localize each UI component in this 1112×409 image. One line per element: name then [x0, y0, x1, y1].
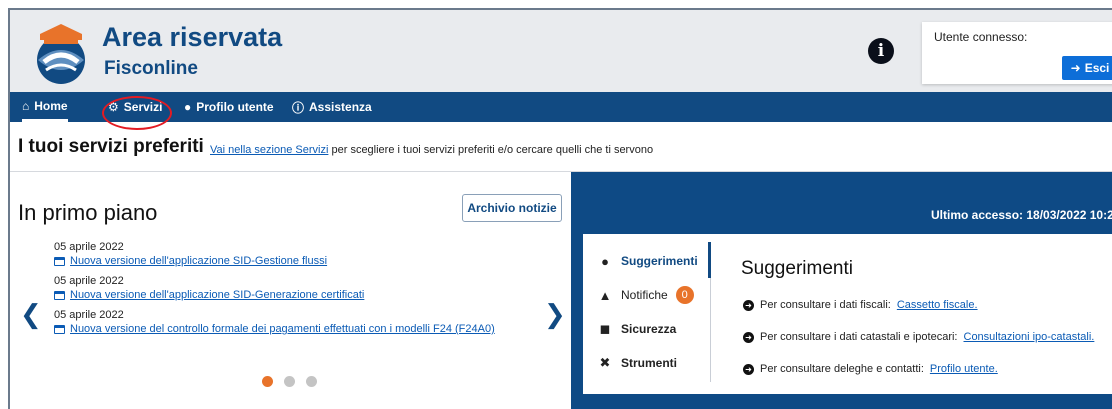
carousel-dot[interactable]	[284, 376, 295, 387]
tools-icon: ✖	[599, 355, 611, 370]
suggestion-link[interactable]: Profilo utente.	[930, 363, 998, 375]
carousel-dot[interactable]	[306, 376, 317, 387]
favorites-description: per scegliere i tuoi servizi preferiti e…	[331, 144, 654, 156]
chevron-left-icon[interactable]: ❮	[20, 299, 42, 330]
suggestions-list: ➜ Per consultare i dati fiscali: Cassett…	[743, 298, 1094, 394]
logout-button[interactable]: ➜ Esci	[1062, 56, 1112, 80]
news-link[interactable]: Nuova versione del controllo formale dei…	[70, 323, 495, 335]
user-label: Utente connesso:	[934, 30, 1028, 44]
tab-suggerimenti[interactable]: ● Suggerimenti	[597, 250, 698, 272]
nav-item-profilo[interactable]: ● Profilo utente	[184, 92, 274, 122]
suggestion-text: Per consultare deleghe e contatti:	[760, 363, 924, 375]
dashboard-panel: Ultimo accesso: 18/03/2022 10:27: ● Sugg…	[571, 172, 1112, 409]
app-subtitle: Fisconline	[104, 58, 198, 79]
agenzia-entrate-logo[interactable]	[30, 20, 92, 86]
bell-icon: ▲	[598, 287, 612, 303]
suggestion-link[interactable]: Consultazioni ipo-catastali.	[964, 331, 1095, 343]
arrow-right-icon: ➜	[743, 331, 754, 343]
news-date: 05 aprile 2022	[54, 241, 124, 253]
header: Area riservata Fisconline i Utente conne…	[10, 10, 1112, 92]
tab-label: Suggerimenti	[621, 254, 698, 268]
tab-strumenti[interactable]: ✖ Strumenti	[597, 352, 677, 374]
logout-icon: ➜	[1070, 61, 1081, 75]
news-link[interactable]: Nuova versione dell'applicazione SID-Ges…	[70, 255, 327, 267]
main-nav: ⌂ Home ⚙ Servizi ● Profilo utente ⓘ Assi…	[10, 92, 1112, 122]
user-icon: ●	[184, 100, 192, 114]
favorites-bar: I tuoi servizi preferiti Vai nella sezio…	[10, 122, 1112, 172]
archive-button[interactable]: Archivio notizie	[462, 194, 562, 222]
suggestion-text: Per consultare i dati catastali e ipotec…	[760, 331, 958, 343]
window-icon	[54, 290, 65, 300]
nav-item-label: Home	[34, 98, 68, 113]
tab-label: Notifiche	[621, 288, 668, 302]
shield-icon: ◼	[599, 321, 611, 336]
carousel-dots	[262, 376, 317, 387]
nav-item-assistenza[interactable]: ⓘ Assistenza	[292, 92, 372, 122]
chevron-right-icon[interactable]: ❯	[544, 299, 566, 330]
suggestion-item: ➜ Per consultare i dati catastali e ipot…	[743, 330, 1094, 344]
home-icon: ⌂	[22, 98, 30, 113]
lightbulb-icon: ●	[601, 253, 609, 269]
last-access: Ultimo accesso: 18/03/2022 10:27:	[931, 208, 1112, 222]
arrow-right-icon: ➜	[743, 299, 754, 311]
app-title: Area riservata	[102, 22, 283, 52]
favorites-title: I tuoi servizi preferiti	[18, 136, 204, 157]
window-icon	[54, 256, 65, 266]
nav-item-label: Profilo utente	[196, 100, 274, 114]
tab-notifiche[interactable]: ▲ Notifiche 0	[597, 284, 694, 306]
user-box: Utente connesso: ➜ Esci	[922, 22, 1112, 84]
active-tab-indicator	[708, 242, 711, 278]
suggestion-item: ➜ Per consultare i dati fiscali: Cassett…	[743, 298, 1094, 312]
suggestions-title: Suggerimenti	[741, 258, 853, 279]
news-item[interactable]: Nuova versione del controllo formale dei…	[54, 321, 554, 337]
in-primo-piano-panel: In primo piano Archivio notizie 05 april…	[10, 172, 571, 409]
in-primo-piano-title: In primo piano	[18, 200, 158, 225]
news-item[interactable]: Nuova versione dell'applicazione SID-Ges…	[54, 253, 554, 269]
news-list: 05 aprile 2022 Nuova versione dell'appli…	[54, 239, 554, 343]
favorites-text: Vai nella sezione Servizi per scegliere …	[210, 144, 653, 156]
news-date: 05 aprile 2022	[54, 309, 124, 321]
info-icon[interactable]: i	[868, 38, 894, 64]
suggestion-link[interactable]: Cassetto fiscale.	[897, 299, 978, 311]
logout-label: Esci	[1084, 61, 1110, 75]
suggestion-text: Per consultare i dati fiscali:	[760, 299, 891, 311]
notification-badge: 0	[675, 286, 694, 304]
carousel-dot[interactable]	[262, 376, 273, 387]
news-link[interactable]: Nuova versione dell'applicazione SID-Gen…	[70, 289, 364, 301]
tab-label: Strumenti	[621, 356, 678, 370]
app-frame: Area riservata Fisconline i Utente conne…	[8, 8, 1112, 409]
suggestions-card: ● Suggerimenti ▲ Notifiche 0 ◼ Sicurezza…	[583, 234, 1112, 394]
arrow-right-icon: ➜	[743, 363, 754, 375]
suggestion-item: ➜ Per consultare deleghe e contatti: Pro…	[743, 362, 1094, 376]
news-item[interactable]: Nuova versione dell'applicazione SID-Gen…	[54, 287, 554, 303]
dashboard-tabs: ● Suggerimenti ▲ Notifiche 0 ◼ Sicurezza…	[583, 234, 711, 394]
tab-label: Sicurezza	[621, 322, 677, 336]
window-icon	[54, 324, 65, 334]
tab-separator	[710, 278, 711, 382]
news-date: 05 aprile 2022	[54, 275, 124, 287]
tab-sicurezza[interactable]: ◼ Sicurezza	[597, 318, 677, 340]
nav-item-label: Assistenza	[309, 100, 372, 114]
services-section-link[interactable]: Vai nella sezione Servizi	[210, 144, 328, 156]
info-icon: ⓘ	[292, 100, 305, 115]
nav-item-home[interactable]: ⌂ Home	[22, 92, 68, 122]
